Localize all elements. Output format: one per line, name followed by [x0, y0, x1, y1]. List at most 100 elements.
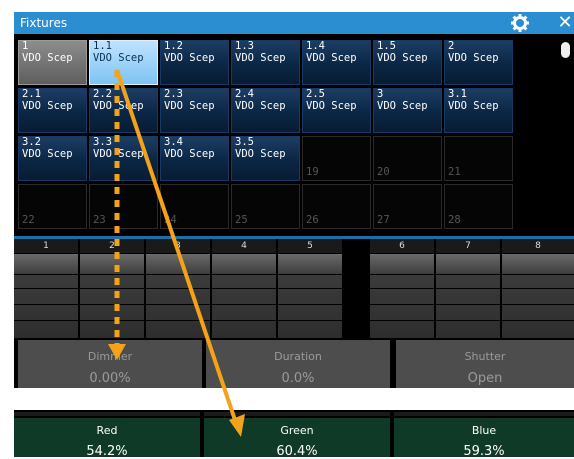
parameter-label: Dimmer [87, 350, 133, 363]
parameter-shutter[interactable]: Shutter Open [396, 340, 574, 388]
executor-fader[interactable] [436, 254, 500, 338]
fixture-id: 28 [448, 214, 461, 226]
fixture-cell[interactable]: 3.3 VDO Scep [89, 136, 158, 181]
fixture-grid: 1 VDO Scep 1.1 VDO Scep 1.2 VDO Scep 1.3 VDO Sc… [14, 34, 574, 236]
fixture-id: 1 [22, 40, 29, 52]
executor-area: 1 2 3 4 5 6 7 8 Dimmer 0.00% Duration 0.0% Shutter Op… [14, 236, 574, 388]
executor-column-header: 7 [436, 239, 500, 253]
executor-fader[interactable] [370, 254, 434, 338]
executor-fader[interactable] [278, 254, 342, 338]
fixture-id: 1.2 [164, 40, 183, 52]
parameter-duration[interactable]: Duration 0.0% [206, 340, 390, 388]
fixture-cell[interactable]: 1.1 VDO Scep [89, 40, 158, 85]
fixture-name: VDO Scep [448, 100, 499, 112]
fixture-cell[interactable]: 1.5 VDO Scep [373, 40, 442, 85]
fixture-cell[interactable]: 1.4 VDO Scep [302, 40, 371, 85]
executor-fader[interactable] [80, 254, 144, 338]
fixture-cell[interactable]: 1.2 VDO Scep [160, 40, 229, 85]
fixture-cell-empty[interactable]: 28 [444, 184, 513, 229]
executor-column-header: 4 [212, 239, 276, 253]
fixture-id: 2 [448, 40, 455, 52]
color-parameter-green[interactable]: Green 60.4% [204, 410, 390, 459]
executor-divider [14, 304, 574, 305]
color-parameter-header [394, 412, 574, 416]
executor-column-header: 8 [502, 239, 574, 253]
fixture-id: 27 [377, 214, 390, 226]
fixture-id: 2.4 [235, 88, 254, 100]
fixture-name: VDO Scep [164, 52, 215, 64]
fixture-name: VDO Scep [235, 148, 286, 160]
fixture-cell[interactable]: 2.1 VDO Scep [18, 88, 87, 133]
color-parameter-body: Green 60.4% [204, 418, 390, 459]
executor-column-header: 3 [146, 239, 210, 253]
fixture-id: 3.3 [93, 136, 112, 148]
close-icon[interactable]: ✕ [554, 12, 574, 34]
fixture-name: VDO Scep [377, 52, 428, 64]
color-parameter-body: Blue 59.3% [394, 418, 574, 459]
executor-fader[interactable] [502, 254, 574, 338]
fixture-id: 3.5 [235, 136, 254, 148]
fixture-cell[interactable]: 3 VDO Scep [373, 88, 442, 133]
fixture-name: VDO Scep [235, 100, 286, 112]
executor-fader[interactable] [212, 254, 276, 338]
fixture-cell[interactable]: 3.1 VDO Scep [444, 88, 513, 133]
fixture-cell-empty[interactable]: 23 [89, 184, 158, 229]
executor-column-header: 2 [80, 239, 144, 253]
executor-fader[interactable] [146, 254, 210, 338]
executor-divider [14, 274, 574, 275]
fixture-id: 1.4 [306, 40, 325, 52]
parameter-value: Open [467, 371, 503, 386]
fixture-id: 3.1 [448, 88, 467, 100]
fixture-id: 2.2 [93, 88, 112, 100]
fixture-cell-empty[interactable]: 19 [302, 136, 371, 181]
executor-fader[interactable] [14, 254, 78, 338]
parameter-label: Shutter [464, 350, 506, 363]
fixture-cell-empty[interactable]: 25 [231, 184, 300, 229]
fixture-id: 2.1 [22, 88, 41, 100]
executor-column-header: 6 [370, 239, 434, 253]
fixture-id: 24 [164, 214, 177, 226]
parameter-dimmer[interactable]: Dimmer 0.00% [18, 340, 202, 388]
color-parameter-blue[interactable]: Blue 59.3% [394, 410, 574, 459]
fixture-cell-empty[interactable]: 22 [18, 184, 87, 229]
fixture-cell-empty[interactable]: 20 [373, 136, 442, 181]
fixture-cell-empty[interactable]: 26 [302, 184, 371, 229]
fixture-cell-empty[interactable]: 27 [373, 184, 442, 229]
fixture-name: VDO Scep [93, 100, 144, 112]
fixture-id: 2.3 [164, 88, 183, 100]
executor-column-header: 1 [14, 239, 78, 253]
fixture-cell-empty[interactable]: 21 [444, 136, 513, 181]
fixture-id: 22 [22, 214, 35, 226]
fixture-cell[interactable]: 1.3 VDO Scep [231, 40, 300, 85]
fixture-cell[interactable]: 3.4 VDO Scep [160, 136, 229, 181]
fixture-cell[interactable]: 3.5 VDO Scep [231, 136, 300, 181]
fixture-cell[interactable]: 2.4 VDO Scep [231, 88, 300, 133]
fixture-id: 26 [306, 214, 319, 226]
parameter-label: Duration [274, 350, 322, 363]
fixture-cell[interactable]: 3.2 VDO Scep [18, 136, 87, 181]
fixture-name: VDO Scep [377, 100, 428, 112]
color-parameter-red[interactable]: Red 54.2% [14, 410, 200, 459]
fixture-cell-empty[interactable]: 24 [160, 184, 229, 229]
fixture-name: VDO Scep [164, 148, 215, 160]
color-parameter-body: Red 54.2% [14, 418, 200, 459]
fixture-id: 1.5 [377, 40, 396, 52]
fixture-name: VDO Scep [22, 52, 73, 64]
fixture-cell[interactable]: 2.3 VDO Scep [160, 88, 229, 133]
fixture-cell[interactable]: 1 VDO Scep [18, 40, 87, 85]
fixture-name: VDO Scep [235, 52, 286, 64]
parameter-value: 0.0% [281, 371, 315, 386]
color-parameter-header [14, 412, 200, 416]
gear-icon[interactable] [510, 13, 530, 33]
fixture-id: 3.2 [22, 136, 41, 148]
scroll-handle[interactable] [561, 42, 570, 58]
fixture-id: 21 [448, 166, 461, 178]
fixture-cell[interactable]: 2.5 VDO Scep [302, 88, 371, 133]
fixture-name: VDO Scep [164, 100, 215, 112]
fixture-cell[interactable]: 2 VDO Scep [444, 40, 513, 85]
executor-column-header: 5 [278, 239, 342, 253]
fixture-cell[interactable]: 2.2 VDO Scep [89, 88, 158, 133]
color-parameter-header [204, 412, 390, 416]
fixture-name: VDO Scep [93, 52, 144, 64]
fixture-name: VDO Scep [22, 148, 73, 160]
